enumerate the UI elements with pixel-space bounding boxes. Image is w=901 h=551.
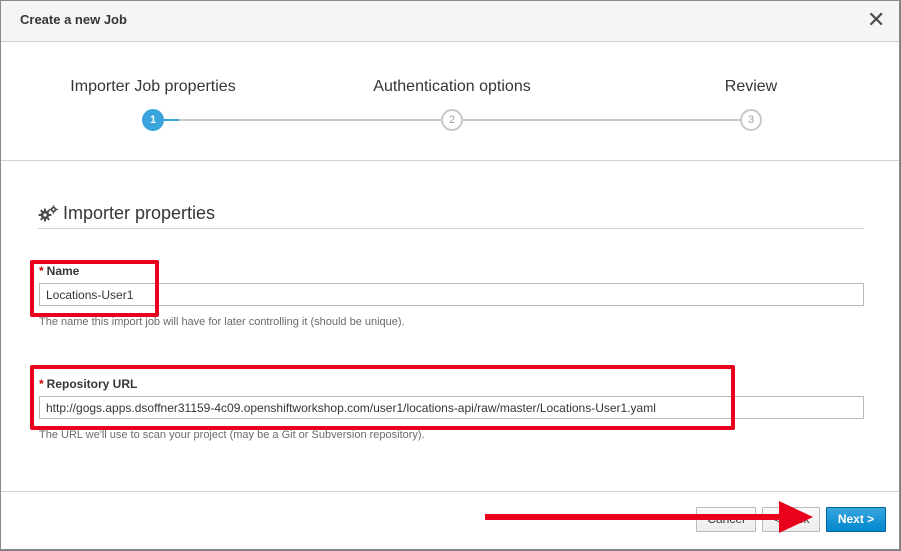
footer-divider — [1, 491, 899, 492]
cancel-button[interactable]: Cancel — [696, 507, 756, 532]
close-icon[interactable]: ✕ — [867, 9, 885, 31]
wizard-step-number: 3 — [740, 109, 762, 131]
wizard-step-number: 1 — [142, 109, 164, 131]
name-label-text: Name — [46, 264, 80, 278]
name-input[interactable] — [39, 283, 864, 306]
gears-icon — [38, 204, 58, 221]
repository-url-input[interactable] — [39, 396, 864, 419]
wizard-step-label: Importer Job properties — [70, 78, 236, 95]
wizard-step-label: Authentication options — [373, 78, 531, 95]
repository-url-label-text: Repository URL — [46, 377, 138, 391]
dialog-title: Create a new Job — [20, 12, 127, 27]
wizard-step-number: 2 — [441, 109, 463, 131]
next-button[interactable]: Next > — [826, 507, 886, 532]
section-divider — [38, 228, 864, 229]
wizard-step-label: Review — [724, 78, 778, 95]
section-title: Importer properties — [63, 203, 216, 223]
repository-url-help-text: The URL we'll use to scan your project (… — [39, 429, 425, 441]
name-help-text: The name this import job will have for l… — [39, 316, 405, 328]
name-label: * Name — [39, 264, 79, 278]
wizard-steps: Importer Job properties 1 Authentication… — [1, 42, 899, 161]
back-button[interactable]: < Back — [762, 507, 820, 532]
section-heading: Importer properties — [38, 203, 215, 224]
create-job-dialog: Create a new Job ✕ Importer Job properti… — [0, 0, 900, 550]
dialog-header: Create a new Job ✕ — [1, 1, 899, 42]
repository-url-label: * Repository URL — [39, 377, 137, 391]
required-marker: * — [39, 377, 44, 391]
required-marker: * — [39, 264, 44, 278]
